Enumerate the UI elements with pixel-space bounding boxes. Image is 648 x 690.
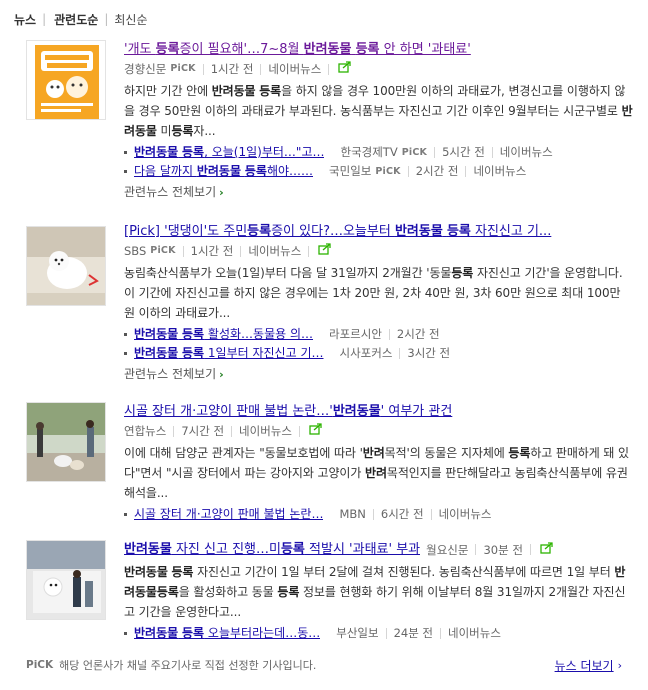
- news-thumbnail[interactable]: [26, 226, 106, 306]
- related-news-list: 시골 장터 개·고양이 판매 불법 논란… MBN 6시간 전 네이버뉴스: [124, 505, 634, 524]
- all-related-label: 관련뉴스 전체보기: [124, 185, 217, 199]
- related-news-item: 시골 장터 개·고양이 판매 불법 논란… MBN 6시간 전 네이버뉴스: [124, 505, 634, 524]
- related-news-list: 반려동물 등록, 오늘(1일)부터…"고… 한국경제TV PiCK 5시간 전 …: [124, 143, 634, 181]
- pick-badge: PiCK: [150, 245, 176, 256]
- news-tab[interactable]: 뉴스: [14, 11, 36, 28]
- related-news-list: 반려동물 등록 오늘부터라는데…동… 부산일보 24분 전 네이버뉴스: [124, 624, 634, 643]
- news-description: 농림축산식품부가 오늘(1일)부터 다음 달 31일까지 2개월간 '동물등록 …: [124, 266, 623, 320]
- news-title[interactable]: '개도 등록증이 필요해'…7~8월 반려동물 등록 안 하면 '과태료': [124, 40, 634, 59]
- news-info: SBS PiCK 1시간 전 네이버뉴스: [124, 241, 634, 261]
- news-thumbnail[interactable]: [26, 402, 106, 482]
- related-news-item: 반려동물 등록 오늘부터라는데…동… 부산일보 24분 전 네이버뉴스: [124, 624, 634, 643]
- related-news-time: 2시간 전: [396, 327, 440, 341]
- related-news-source[interactable]: 시사포커스: [340, 344, 393, 363]
- naver-news-link[interactable]: 네이버뉴스: [268, 59, 321, 79]
- related-news-time: 2시간 전: [415, 164, 459, 178]
- naver-news-link[interactable]: 네이버뉴스: [439, 505, 492, 524]
- pick-badge: PiCK: [375, 166, 401, 177]
- share-icon[interactable]: [338, 59, 352, 79]
- related-news-source[interactable]: 라포르시안: [329, 325, 382, 344]
- all-related-news-link[interactable]: 관련뉴스 전체보기 ›: [124, 182, 634, 202]
- news-footer: PiCK 해당 언론사가 채널 주요기사로 직접 선정한 기사입니다. 뉴스 더…: [26, 656, 622, 674]
- news-description: 하지만 기간 안에 반려동물 등록을 하지 않을 경우 100만원 이하의 과태…: [124, 84, 633, 138]
- sort-relevance[interactable]: 관련도순: [54, 11, 98, 28]
- news-time: 30분 전: [483, 542, 523, 557]
- naver-news-link[interactable]: 네이버뉴스: [473, 162, 526, 181]
- related-news-title[interactable]: 시골 장터 개·고양이 판매 불법 논란…: [134, 505, 323, 524]
- pick-notice: 해당 언론사가 채널 주요기사로 직접 선정한 기사입니다.: [59, 659, 317, 672]
- news-source[interactable]: 경향신문: [124, 59, 166, 79]
- related-news-source[interactable]: MBN: [339, 505, 365, 524]
- related-news-title[interactable]: 반려동물 등록, 오늘(1일)부터…"고…: [134, 143, 324, 162]
- related-news-item: 반려동물 등록 활성화…동물용 의… 라포르시안 2시간 전: [124, 325, 634, 344]
- naver-news-link[interactable]: 네이버뉴스: [448, 624, 501, 643]
- share-icon[interactable]: [309, 421, 323, 441]
- all-related-news-link[interactable]: 관련뉴스 전체보기 ›: [124, 364, 634, 384]
- related-news-title[interactable]: 다음 달까지 반려동물 등록해야……: [134, 162, 313, 181]
- naver-news-link[interactable]: 네이버뉴스: [239, 421, 292, 441]
- news-thumbnail[interactable]: [26, 540, 106, 620]
- related-news-source[interactable]: 한국경제TV: [340, 143, 397, 162]
- sort-divider: |: [42, 12, 47, 26]
- sort-divider: |: [104, 12, 109, 26]
- news-source[interactable]: SBS: [124, 241, 146, 261]
- news-description: 이에 대해 담양군 관계자는 "동물보호법에 따라 '반려목적'의 동물은 지자…: [124, 446, 629, 500]
- related-news-item: 반려동물 등록 1일부터 자진신고 기… 시사포커스 3시간 전: [124, 344, 634, 363]
- sort-bar: 뉴스 | 관련도순 | 최신순: [14, 9, 147, 29]
- news-item: '개도 등록증이 필요해'…7~8월 반려동물 등록 안 하면 '과태료' 경향…: [26, 40, 634, 206]
- pick-badge: PiCK: [401, 147, 428, 158]
- related-news-time: 3시간 전: [407, 346, 451, 360]
- pick-badge: PiCK: [26, 659, 54, 671]
- share-icon[interactable]: [540, 540, 554, 560]
- all-related-label: 관련뉴스 전체보기: [124, 367, 217, 381]
- naver-news-link[interactable]: 네이버뉴스: [500, 143, 553, 162]
- pick-badge: PiCK: [170, 63, 196, 74]
- sort-latest[interactable]: 최신순: [114, 11, 147, 28]
- news-title[interactable]: 시골 장터 개·고양이 판매 불법 논란…'반려동물' 여부가 관건: [124, 402, 634, 421]
- news-source[interactable]: 월요신문: [426, 540, 468, 560]
- share-icon[interactable]: [318, 241, 332, 261]
- news-description: 반려동물 등록 자진신고 기간이 1일 부터 2달에 걸쳐 진행된다. 농림축산…: [124, 565, 626, 619]
- related-news-source[interactable]: 국민일보: [329, 162, 371, 181]
- related-news-item: 다음 달까지 반려동물 등록해야…… 국민일보 PiCK 2시간 전 네이버뉴스: [124, 162, 634, 181]
- news-item: 시골 장터 개·고양이 판매 불법 논란…'반려동물' 여부가 관건 연합뉴스 …: [26, 402, 634, 522]
- related-news-list: 반려동물 등록 활성화…동물용 의… 라포르시안 2시간 전 반려동물 등록 1…: [124, 325, 634, 363]
- news-time: 1시간 전: [190, 244, 234, 258]
- news-time: 7시간 전: [181, 424, 225, 438]
- chevron-right-icon: ›: [219, 186, 224, 199]
- related-news-source[interactable]: 부산일보: [336, 624, 378, 643]
- news-title[interactable]: 반려동물 자진 신고 진행…미등록 적발시 '과태료' 부과: [124, 540, 420, 559]
- news-source[interactable]: 연합뉴스: [124, 421, 166, 441]
- related-news-item: 반려동물 등록, 오늘(1일)부터…"고… 한국경제TV PiCK 5시간 전 …: [124, 143, 634, 162]
- news-info: 경향신문 PiCK 1시간 전 네이버뉴스: [124, 59, 634, 79]
- related-news-title[interactable]: 반려동물 등록 활성화…동물용 의…: [134, 325, 313, 344]
- news-item: 반려동물 자진 신고 진행…미등록 적발시 '과태료' 부과 월요신문 30분 …: [26, 540, 634, 646]
- news-title-row: 반려동물 자진 신고 진행…미등록 적발시 '과태료' 부과 월요신문 30분 …: [124, 540, 634, 559]
- news-title[interactable]: [Pick] '댕댕이'도 주민등록증이 있다?…오늘부터 반려동물 등록 자진…: [124, 222, 634, 241]
- naver-news-link[interactable]: 네이버뉴스: [248, 241, 301, 261]
- related-news-title[interactable]: 반려동물 등록 오늘부터라는데…동…: [134, 624, 320, 643]
- news-info: 연합뉴스 7시간 전 네이버뉴스: [124, 421, 634, 441]
- related-news-time: 24분 전: [393, 626, 434, 640]
- related-news-title[interactable]: 반려동물 등록 1일부터 자진신고 기…: [134, 344, 324, 363]
- related-news-time: 5시간 전: [442, 145, 485, 159]
- news-time: 1시간 전: [210, 62, 254, 76]
- chevron-right-icon: ›: [219, 368, 224, 381]
- news-thumbnail[interactable]: [26, 40, 106, 120]
- more-news-link[interactable]: 뉴스 더보기: [555, 657, 614, 674]
- chevron-right-icon: ›: [617, 658, 622, 672]
- news-item: [Pick] '댕댕이'도 주민등록증이 있다?…오늘부터 반려동물 등록 자진…: [26, 222, 634, 388]
- related-news-time: 6시간 전: [380, 507, 424, 521]
